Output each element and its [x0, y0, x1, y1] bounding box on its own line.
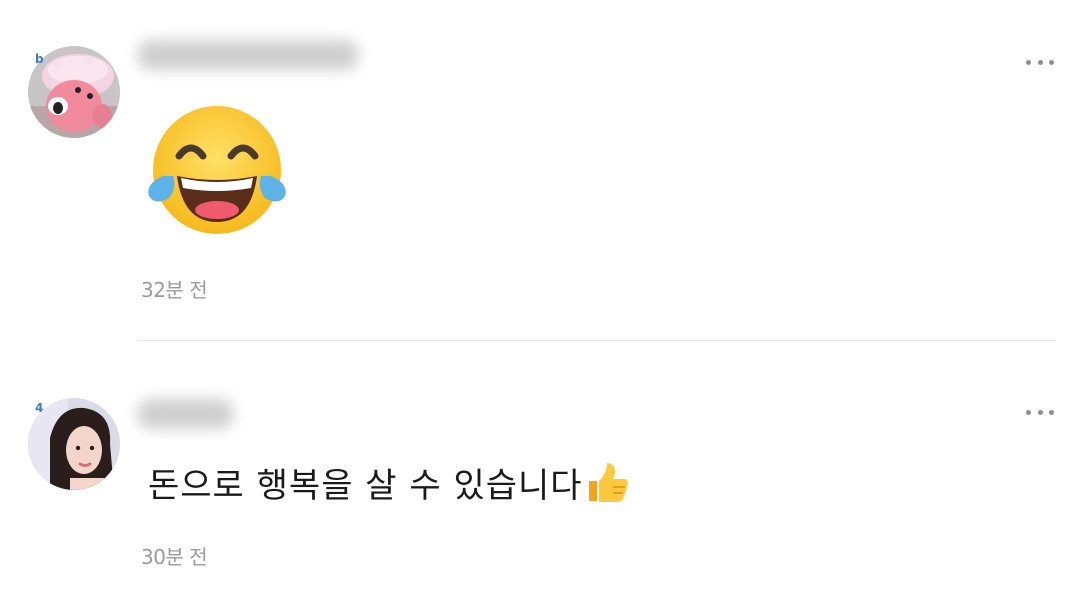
more-options-button[interactable]	[1026, 404, 1054, 420]
comment-item: b 32분 전	[0, 0, 1080, 340]
more-options-icon	[1026, 409, 1031, 415]
timestamp: 32분 전	[141, 278, 208, 302]
more-options-icon	[1026, 59, 1031, 65]
level-badge: b	[35, 52, 44, 66]
level-badge: 4	[35, 401, 44, 415]
comment-text: 돈으로 행복을 살 수 있습니다	[148, 458, 629, 507]
more-options-button[interactable]	[1026, 54, 1054, 70]
comment-item: 4 돈으로 행복을 살 수 있습니다 30분 전	[0, 341, 1080, 589]
face-with-tears-of-joy-emoji	[143, 104, 291, 236]
comment-body: 돈으로 행복을 살 수 있습니다	[148, 466, 583, 506]
username[interactable]	[138, 399, 233, 429]
username[interactable]	[138, 40, 358, 70]
comment-thread: { "comments": [ { "level_badge": "b", "u…	[0, 0, 1080, 589]
timestamp: 30분 전	[141, 545, 208, 569]
thumbs-up-icon	[588, 463, 628, 502]
